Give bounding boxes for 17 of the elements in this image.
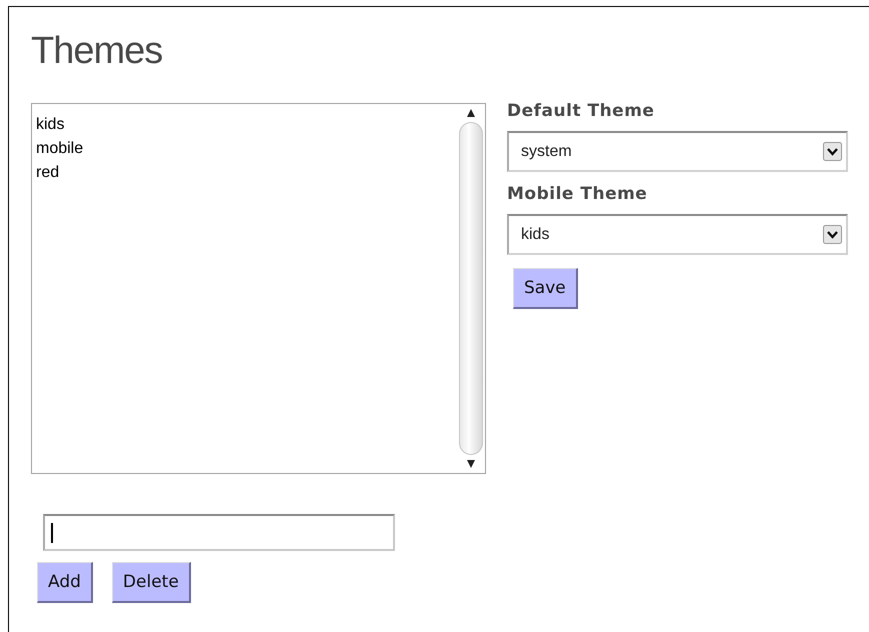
theme-dropdown[interactable]: kids	[507, 214, 848, 255]
scroll-down-icon[interactable]	[466, 459, 476, 469]
theme-list-item[interactable]: kids	[35, 112, 66, 138]
scroll-up-icon[interactable]	[466, 108, 476, 118]
delete-button[interactable]: Delete	[112, 562, 191, 603]
theme-list[interactable]: kids mobile red	[31, 103, 486, 474]
page-title: Themes	[31, 29, 164, 74]
add-button[interactable]: Add	[37, 562, 93, 603]
save-button[interactable]: Save	[513, 268, 578, 309]
setting-label: Default Theme	[507, 100, 656, 123]
theme-list-item[interactable]: red	[35, 160, 60, 186]
text-cursor-icon	[51, 522, 53, 542]
theme-name-field[interactable]	[43, 514, 395, 551]
theme-list-item[interactable]: mobile	[35, 136, 84, 162]
theme-dropdown[interactable]: system	[507, 131, 848, 172]
setting-label: Mobile Theme	[507, 183, 648, 206]
scrollbar-thumb[interactable]	[459, 122, 483, 455]
